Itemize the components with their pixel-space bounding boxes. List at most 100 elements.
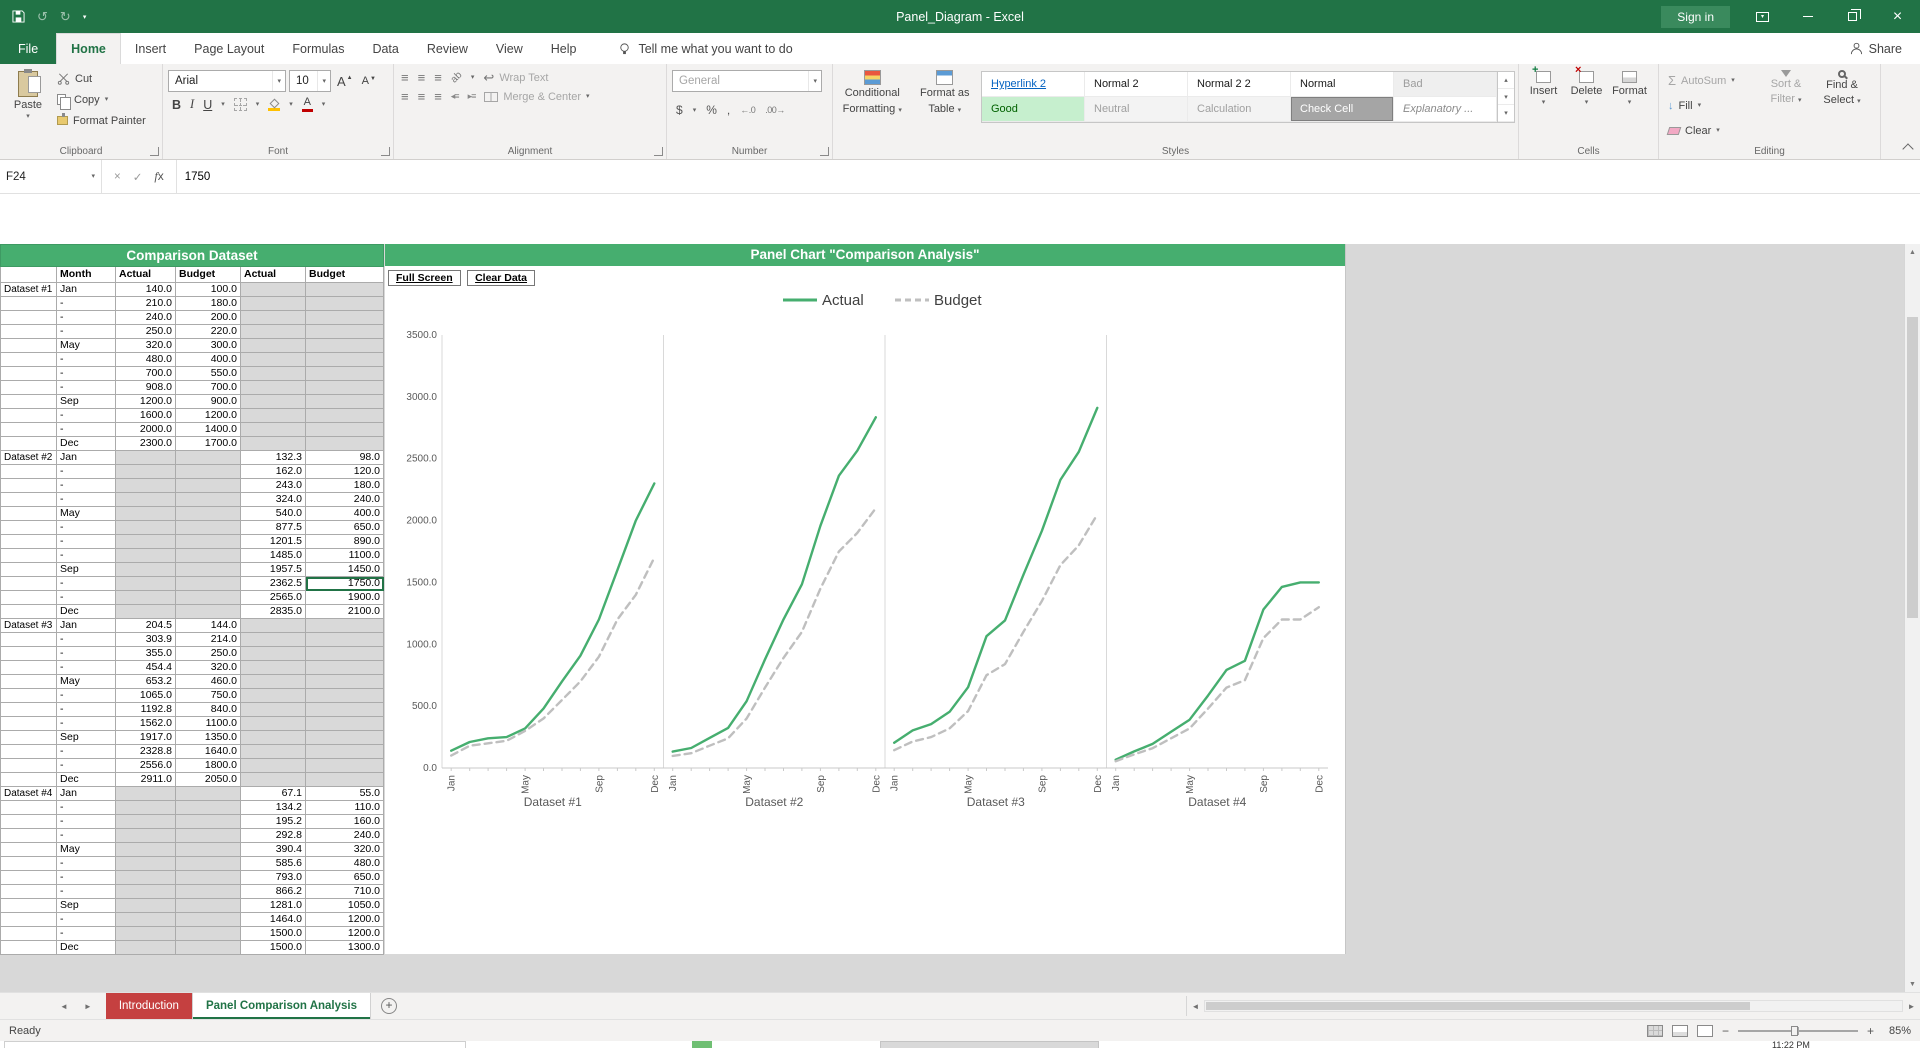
table-cell[interactable]: 320.0 <box>115 338 176 353</box>
table-cell[interactable]: 320.0 <box>304 842 385 857</box>
table-cell[interactable]: 2835.0 <box>240 604 306 619</box>
table-cell[interactable] <box>115 800 176 815</box>
table-cell[interactable]: 200.0 <box>175 310 241 325</box>
table-cell[interactable]: 160.0 <box>304 814 385 829</box>
table-cell[interactable] <box>304 702 385 717</box>
month-cell[interactable]: - <box>56 814 116 829</box>
table-cell[interactable] <box>175 884 241 899</box>
table-cell[interactable]: 1562.0 <box>115 716 176 731</box>
table-cell[interactable] <box>115 506 176 521</box>
month-cell[interactable]: Dec <box>56 604 116 619</box>
table-cell[interactable]: 140.0 <box>115 282 176 297</box>
table-cell[interactable]: 250.0 <box>175 646 241 661</box>
styles-scroll-up-icon[interactable]: ▴ <box>1498 72 1514 89</box>
table-cell[interactable]: 1200.0 <box>304 926 385 941</box>
find-select-button[interactable]: Find & Select ▾ <box>1814 70 1870 143</box>
month-cell[interactable]: - <box>56 688 116 703</box>
table-cell[interactable]: 1957.5 <box>240 562 306 577</box>
table-cell[interactable]: 877.5 <box>240 520 306 535</box>
month-cell[interactable]: - <box>56 520 116 535</box>
month-cell[interactable]: May <box>56 674 116 689</box>
paste-button[interactable]: Paste ▾ <box>3 66 53 143</box>
cell-style-calculation[interactable]: Calculation <box>1188 97 1291 122</box>
table-cell[interactable]: 2911.0 <box>115 772 176 787</box>
table-cell[interactable]: 1065.0 <box>115 688 176 703</box>
table-cell[interactable] <box>115 940 176 955</box>
table-cell[interactable] <box>304 324 385 339</box>
month-cell[interactable]: - <box>56 296 116 311</box>
tell-me-box[interactable]: Tell me what you want to do <box>618 33 793 64</box>
dataset-label-cell[interactable]: Dataset #4 <box>0 786 57 801</box>
table-cell[interactable] <box>115 450 176 465</box>
table-cell[interactable]: 840.0 <box>175 702 241 717</box>
dataset-label-cell[interactable] <box>0 870 57 885</box>
table-cell[interactable] <box>175 842 241 857</box>
table-cell[interactable] <box>175 534 241 549</box>
number-dialog-launcher-icon[interactable] <box>820 147 829 156</box>
table-cell[interactable] <box>304 338 385 353</box>
table-cell[interactable]: 292.8 <box>240 828 306 843</box>
underline-button[interactable]: U <box>203 98 212 112</box>
column-header[interactable]: Budget <box>304 266 385 283</box>
cell-style-normal-2-2[interactable]: Normal 2 2 <box>1188 72 1291 97</box>
increase-indent-icon[interactable]: ▸≡ <box>468 91 477 102</box>
dataset-label-cell[interactable] <box>0 506 57 521</box>
table-cell[interactable]: 110.0 <box>304 800 385 815</box>
table-cell[interactable] <box>304 716 385 731</box>
cell-style-normal[interactable]: Normal <box>1291 72 1394 97</box>
table-cell[interactable] <box>304 408 385 423</box>
dataset-label-cell[interactable] <box>0 716 57 731</box>
normal-view-button[interactable] <box>1646 1024 1663 1037</box>
table-cell[interactable]: 400.0 <box>175 352 241 367</box>
column-header[interactable]: Month <box>56 266 116 283</box>
table-cell[interactable] <box>175 548 241 563</box>
dataset-label-cell[interactable] <box>0 548 57 563</box>
table-cell[interactable] <box>240 688 306 703</box>
table-cell[interactable]: 1464.0 <box>240 912 306 927</box>
dataset-label-cell[interactable]: Dataset #2 <box>0 450 57 465</box>
table-cell[interactable] <box>115 590 176 605</box>
borders-icon[interactable] <box>233 98 247 111</box>
table-cell[interactable]: 55.0 <box>304 786 385 801</box>
dataset-label-cell[interactable] <box>0 842 57 857</box>
dataset-label-cell[interactable] <box>0 478 57 493</box>
page-layout-view-button[interactable] <box>1671 1024 1688 1037</box>
table-cell[interactable] <box>240 380 306 395</box>
table-cell[interactable] <box>240 366 306 381</box>
cancel-icon[interactable]: × <box>114 171 121 183</box>
table-cell[interactable] <box>115 870 176 885</box>
month-cell[interactable]: - <box>56 380 116 395</box>
table-cell[interactable]: 243.0 <box>240 478 306 493</box>
formula-input[interactable]: 1750 <box>177 160 1920 193</box>
month-cell[interactable]: - <box>56 758 116 773</box>
horizontal-scrollbar[interactable]: ◄ ► <box>1186 996 1920 1016</box>
table-cell[interactable]: 1200.0 <box>304 912 385 927</box>
table-cell[interactable]: 540.0 <box>240 506 306 521</box>
cell-style-neutral[interactable]: Neutral <box>1085 97 1188 122</box>
table-cell[interactable]: 1450.0 <box>304 562 385 577</box>
table-cell[interactable]: 1700.0 <box>175 436 241 451</box>
month-cell[interactable]: - <box>56 926 116 941</box>
table-cell[interactable]: 653.2 <box>115 674 176 689</box>
table-cell[interactable]: 2328.8 <box>115 744 176 759</box>
table-cell[interactable]: 1917.0 <box>115 730 176 745</box>
align-left-icon[interactable]: ≡ <box>401 90 409 103</box>
table-cell[interactable]: 324.0 <box>240 492 306 507</box>
table-cell[interactable]: 210.0 <box>115 296 176 311</box>
table-cell[interactable]: 195.2 <box>240 814 306 829</box>
dataset-label-cell[interactable] <box>0 940 57 955</box>
table-cell[interactable]: 355.0 <box>115 646 176 661</box>
save-icon[interactable] <box>12 10 25 23</box>
table-cell[interactable]: 400.0 <box>304 506 385 521</box>
cell-style-hyperlink-2[interactable]: Hyperlink 2 <box>982 72 1085 97</box>
vertical-scroll-track[interactable] <box>1905 260 1920 976</box>
cell-style-check-cell[interactable]: Check Cell <box>1291 97 1394 122</box>
month-cell[interactable]: - <box>56 660 116 675</box>
fill-button[interactable]: ↓ Fill ▾ <box>1664 95 1756 116</box>
table-cell[interactable] <box>175 926 241 941</box>
table-cell[interactable] <box>240 296 306 311</box>
table-cell[interactable] <box>304 744 385 759</box>
month-cell[interactable]: Jan <box>56 450 116 465</box>
table-cell[interactable] <box>175 492 241 507</box>
scroll-right-icon[interactable]: ► <box>1903 1002 1920 1011</box>
